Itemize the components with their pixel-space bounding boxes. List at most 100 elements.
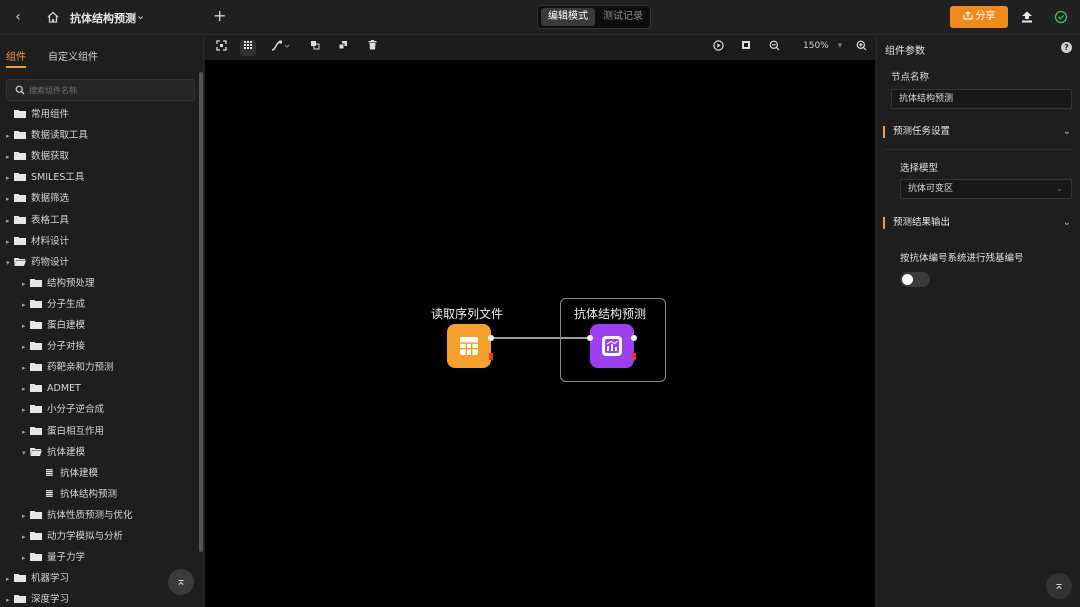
chevron-down-icon[interactable]: ⌄: [136, 9, 145, 22]
caret-right-icon[interactable]: ▸: [6, 127, 14, 145]
caret-right-icon[interactable]: ▸: [22, 359, 30, 377]
tree-item[interactable]: 抗体建模: [46, 465, 98, 483]
caret-right-icon[interactable]: ▸: [6, 570, 14, 588]
tree-item[interactable]: ▸ 量子力学: [22, 549, 85, 567]
numbering-toggle[interactable]: [900, 272, 930, 287]
caret-right-icon[interactable]: ▸: [22, 549, 30, 567]
run-icon[interactable]: [710, 40, 726, 56]
tree-item[interactable]: ▸ 数据获取: [6, 148, 69, 166]
edge-read-to-predict[interactable]: [205, 60, 875, 607]
tree-item[interactable]: ▸ 蛋白建模: [22, 317, 85, 335]
tab-components[interactable]: 组件: [6, 48, 26, 63]
tree-item[interactable]: ▸ 药靶亲和力预测: [22, 359, 114, 377]
connector-style-icon[interactable]: [269, 40, 293, 56]
delete-icon[interactable]: [364, 40, 380, 56]
caret-right-icon[interactable]: ▸: [6, 233, 14, 251]
tree-item-label: 分子生成: [47, 298, 86, 310]
tree-item[interactable]: ▸ 蛋白相互作用: [22, 423, 104, 441]
workflow-canvas[interactable]: 读取序列文件 抗体结构预测: [205, 60, 875, 607]
node-name-input[interactable]: 抗体结构预测: [891, 89, 1072, 109]
component-icon: [46, 468, 53, 476]
node-read-sequence[interactable]: [447, 324, 491, 368]
share-button[interactable]: 分享: [950, 6, 1008, 28]
caret-right-icon[interactable]: ▸: [6, 148, 14, 166]
tree-item[interactable]: ▸ 数据筛选: [6, 190, 69, 208]
test-record-tab[interactable]: 测试记录: [598, 8, 648, 26]
tree-item[interactable]: ▸ 材料设计: [6, 233, 69, 251]
model-select[interactable]: 抗体可变区 ⌄: [900, 179, 1072, 199]
caret-right-icon[interactable]: ▸: [22, 275, 30, 293]
tree-item[interactable]: 常用组件: [6, 106, 69, 124]
fullscreen-icon[interactable]: [738, 40, 754, 56]
back-icon[interactable]: ‹: [10, 9, 26, 25]
tree-item[interactable]: ▸ 结构预处理: [22, 275, 95, 293]
search-input[interactable]: [29, 83, 189, 97]
scrollbar-thumb[interactable]: [199, 72, 203, 552]
scrollbar[interactable]: [199, 72, 203, 607]
caret-right-icon[interactable]: ▸: [22, 528, 30, 546]
output-port[interactable]: [631, 335, 637, 341]
zoom-in-icon[interactable]: [853, 40, 869, 56]
home-icon[interactable]: [46, 9, 60, 25]
caret-right-icon[interactable]: ▸: [22, 401, 30, 419]
scroll-top-button[interactable]: ⌅: [168, 569, 194, 595]
table-icon: [460, 337, 478, 355]
caret-right-icon[interactable]: ▸: [6, 591, 14, 607]
caret-right-icon[interactable]: ▸: [22, 338, 30, 356]
folder-icon: [14, 215, 26, 224]
tree-item[interactable]: ▸ 分子生成: [22, 296, 85, 314]
zoom-out-icon[interactable]: [766, 40, 782, 56]
edit-mode-tab[interactable]: 编辑模式: [541, 8, 595, 26]
tree-item-label: 小分子逆合成: [47, 404, 105, 416]
tree-item[interactable]: ▸ 表格工具: [6, 212, 69, 230]
caret-down-icon[interactable]: ▾: [6, 254, 14, 272]
status-check-icon[interactable]: [1054, 10, 1068, 24]
tree-item[interactable]: ▸ 抗体性质预测与优化: [22, 507, 133, 525]
tree-item[interactable]: ▸ 分子对接: [22, 338, 85, 356]
caret-right-icon[interactable]: ▸: [22, 423, 30, 441]
caret-right-icon[interactable]: ▸: [22, 380, 30, 398]
input-port[interactable]: [587, 335, 593, 341]
paste-icon[interactable]: [335, 40, 351, 56]
output-port[interactable]: [488, 335, 494, 341]
tree-item[interactable]: 抗体结构预测: [46, 486, 117, 504]
chevron-down-icon[interactable]: ⌄: [1063, 123, 1071, 141]
caret-right-icon[interactable]: ▸: [6, 212, 14, 230]
section-task-settings[interactable]: 预测任务设置 ⌄: [883, 123, 1073, 141]
tree-item-label: 蛋白建模: [47, 320, 86, 331]
publish-icon[interactable]: [1020, 10, 1034, 24]
chevron-down-icon[interactable]: ⌄: [1063, 214, 1071, 232]
tree-item[interactable]: ▾ 药物设计: [6, 254, 69, 272]
folder-icon: [14, 131, 26, 140]
zoom-level[interactable]: 150% ▾: [803, 41, 842, 51]
tree-item[interactable]: ▸ 机器学习: [6, 570, 69, 588]
tree-item[interactable]: ▸ 数据读取工具: [6, 127, 88, 145]
caret-right-icon[interactable]: ▸: [6, 190, 14, 208]
tree-item[interactable]: ▸ 动力学模拟与分析: [22, 528, 123, 546]
tree-item[interactable]: ▸ 深度学习: [6, 591, 69, 607]
section-title: 预测任务设置: [893, 126, 951, 137]
tab-custom-components[interactable]: 自定义组件: [48, 48, 98, 63]
help-icon[interactable]: ?: [1061, 42, 1072, 53]
panel-title: 组件参数: [885, 46, 925, 57]
caret-right-icon[interactable]: ▸: [22, 296, 30, 314]
section-output[interactable]: 预测结果输出 ⌄: [883, 214, 1073, 232]
scroll-top-button[interactable]: ⌅: [1046, 573, 1072, 599]
caret-right-icon[interactable]: ▸: [6, 169, 14, 187]
tree-item[interactable]: ▾ 抗体建模: [22, 444, 85, 462]
tree-item[interactable]: ▸ 小分子逆合成: [22, 401, 104, 419]
top-bar: ‹ 抗体结构预测 ⌄ + 编辑模式 测试记录 分享: [0, 0, 1080, 35]
tree-item[interactable]: ▸ ADMET: [22, 380, 81, 398]
caret-down-icon[interactable]: ▾: [22, 444, 30, 462]
fit-view-icon[interactable]: [213, 40, 229, 56]
tree-item-label: 数据获取: [31, 151, 70, 163]
node-antibody-structure-prediction[interactable]: [590, 324, 634, 368]
plus-icon[interactable]: +: [213, 6, 226, 25]
node-label-read: 读取序列文件: [431, 307, 504, 321]
tree-item[interactable]: ▸ SMILES工具: [6, 169, 84, 187]
copy-icon[interactable]: [307, 40, 323, 56]
workflow-title[interactable]: 抗体结构预测: [70, 10, 136, 26]
caret-right-icon[interactable]: ▸: [22, 507, 30, 525]
grid-icon[interactable]: [240, 40, 256, 56]
caret-right-icon[interactable]: ▸: [22, 317, 30, 335]
